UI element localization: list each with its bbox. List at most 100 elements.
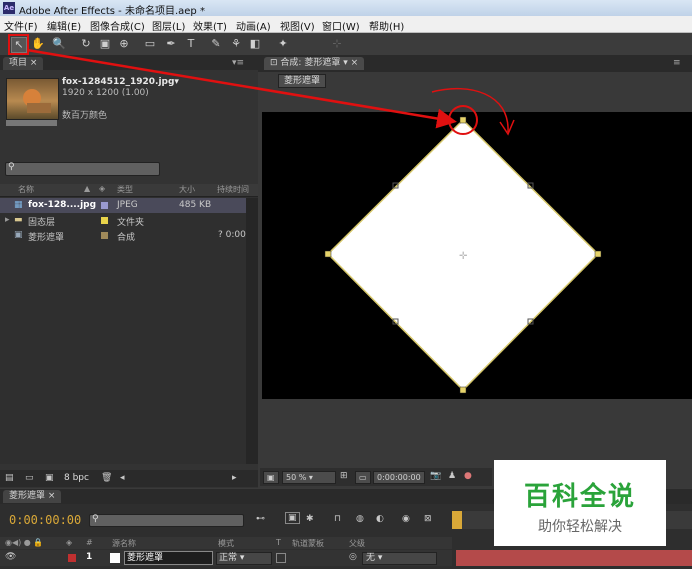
- image-file-icon: ▦: [14, 200, 23, 210]
- watermark-title: 百科全说: [523, 482, 636, 512]
- item-dimensions: 1920 x 1200 (1.00): [62, 88, 149, 98]
- menu-window[interactable]: 窗口(W): [322, 18, 360, 33]
- auto-keyframe-icon[interactable]: ◉: [402, 514, 410, 524]
- window-title: Adobe After Effects - 未命名项目.aep *: [19, 6, 205, 17]
- timeline-timecode[interactable]: 0:00:00:00: [9, 513, 81, 527]
- col-t[interactable]: T: [276, 538, 281, 547]
- snapshot-icon[interactable]: 📷: [430, 471, 441, 481]
- comp-tab-strip: ⊡ 合成: 菱形遮罩 ▾ × ≡: [258, 56, 692, 72]
- av-features-icon: ◉◀) ● 🔒: [5, 538, 44, 547]
- current-time[interactable]: 0:00:00:00: [373, 471, 425, 484]
- comp-mini-flowchart-icon[interactable]: ⊷: [256, 514, 265, 524]
- composition-tab[interactable]: ⊡ 合成: 菱形遮罩 ▾ ×: [264, 57, 365, 70]
- label-swatch: [101, 202, 108, 209]
- parent-dropdown[interactable]: 无 ▾: [362, 552, 437, 565]
- sort-arrow-icon: ▲: [84, 184, 91, 193]
- comp-breadcrumb[interactable]: 菱形遮罩: [278, 74, 327, 88]
- region-icon[interactable]: ▣: [263, 471, 279, 484]
- watermark-logo: 百科全说 助你轻松解决: [494, 460, 666, 546]
- mask-toggle-icon[interactable]: ▭: [355, 471, 371, 484]
- rectangle-tool-icon[interactable]: ▭: [143, 37, 157, 51]
- hand-tool-icon[interactable]: ✋: [31, 37, 45, 51]
- svg-text:✛: ✛: [459, 251, 468, 262]
- solid-layer-icon: [110, 553, 120, 563]
- channel-icon[interactable]: ●: [464, 471, 472, 481]
- title-bar: Ae Adobe After Effects - 未命名项目.aep *: [0, 0, 692, 17]
- brush-tool-icon[interactable]: ✎: [209, 37, 223, 51]
- timeline-tab[interactable]: 菱形遮罩 ×: [3, 490, 62, 503]
- label-swatch[interactable]: [68, 554, 76, 562]
- menu-animation[interactable]: 动画(A): [236, 18, 271, 33]
- menu-file[interactable]: 文件(F): [4, 18, 38, 33]
- menu-edit[interactable]: 编辑(E): [47, 18, 81, 33]
- pan-behind-tool-icon[interactable]: ⊕: [117, 37, 131, 51]
- draft-3d-icon[interactable]: ▣: [285, 512, 300, 524]
- clone-stamp-tool-icon[interactable]: ⚘: [229, 37, 243, 51]
- list-scrollbar[interactable]: [246, 198, 258, 464]
- list-item[interactable]: ▣ 菱形遮罩 合成 ? 0:00: [0, 228, 246, 243]
- label-tag-icon: ◈: [66, 538, 73, 547]
- preserve-transparency-checkbox[interactable]: [276, 553, 286, 563]
- axis-mode-icon[interactable]: ⊹: [330, 37, 344, 51]
- col-type[interactable]: 类型: [117, 184, 133, 196]
- project-file-list: 名称 ▲ ◈ 类型 大小 持续时间 ▦ fox-128....jpg JPEG …: [0, 184, 258, 464]
- grid-icon[interactable]: ⊞: [340, 471, 348, 481]
- scroll-right-icon[interactable]: ▸: [232, 473, 237, 483]
- menu-help[interactable]: 帮助(H): [369, 18, 404, 33]
- show-snapshot-icon[interactable]: ♟: [448, 471, 456, 481]
- interpret-footage-icon[interactable]: ▤: [5, 473, 14, 483]
- hide-shy-icon[interactable]: ✱: [306, 514, 314, 524]
- pickwhip-icon[interactable]: ◎: [349, 552, 357, 562]
- time-indicator[interactable]: [452, 511, 462, 529]
- layer-duration-bar[interactable]: [456, 550, 692, 566]
- list-item[interactable]: ▸ ▬ 固态层 文件夹: [0, 213, 246, 228]
- col-duration[interactable]: 持续时间: [217, 184, 249, 196]
- menu-layer[interactable]: 图层(L): [152, 18, 185, 33]
- layer-column-header: ◉◀) ● 🔒 ◈ # 源名称 模式 T 轨道蒙板 父级: [0, 537, 452, 549]
- layer-name[interactable]: 菱形遮罩: [124, 551, 213, 565]
- project-search-input[interactable]: ⚲: [5, 162, 160, 176]
- folder-icon: ▬: [14, 215, 23, 225]
- eye-icon[interactable]: 👁: [5, 552, 16, 562]
- menu-effect[interactable]: 效果(T): [193, 18, 227, 33]
- project-tab[interactable]: 项目 ×: [3, 57, 44, 70]
- col-source-name[interactable]: 源名称: [112, 538, 136, 549]
- diamond-shape-layer[interactable]: ✛: [262, 112, 692, 399]
- text-tool-icon[interactable]: T: [184, 37, 198, 51]
- puppet-tool-icon[interactable]: ✦: [276, 37, 290, 51]
- new-composition-icon[interactable]: ▣: [45, 473, 54, 483]
- motion-blur-icon[interactable]: ◍: [356, 514, 364, 524]
- search-icon: ⚲: [8, 162, 15, 172]
- zoom-dropdown[interactable]: 50 % ▾: [282, 471, 336, 484]
- eraser-tool-icon[interactable]: ◧: [248, 37, 262, 51]
- col-track-matte[interactable]: 轨道蒙板: [292, 538, 324, 549]
- col-size[interactable]: 大小: [179, 184, 195, 196]
- menu-view[interactable]: 视图(V): [280, 18, 315, 33]
- list-item[interactable]: ▦ fox-128....jpg JPEG 485 KB: [0, 198, 246, 213]
- menu-composition[interactable]: 图像合成(C): [90, 18, 145, 33]
- selection-tool-icon[interactable]: ↖: [11, 37, 27, 53]
- timeline-search-input[interactable]: ⚲: [89, 514, 244, 527]
- brainstorm-icon[interactable]: ◐: [376, 514, 384, 524]
- panel-menu-icon[interactable]: ▾≡: [232, 58, 244, 68]
- frame-blending-icon[interactable]: ⊓: [334, 514, 341, 524]
- graph-editor-icon[interactable]: ⊠: [424, 514, 432, 524]
- layer-row[interactable]: 👁 1 菱形遮罩 正常 ▾ ◎ 无 ▾: [0, 550, 452, 566]
- composition-viewer[interactable]: ✛: [262, 112, 692, 399]
- col-name[interactable]: 名称: [18, 184, 34, 196]
- bit-depth[interactable]: 8 bpc: [64, 473, 89, 483]
- col-mode[interactable]: 模式: [218, 538, 234, 549]
- camera-tool-icon[interactable]: ▣: [98, 37, 112, 51]
- panel-menu-icon[interactable]: ≡: [673, 58, 681, 68]
- col-parent[interactable]: 父级: [349, 538, 365, 549]
- scroll-left-icon[interactable]: ◂: [120, 473, 125, 483]
- lock-icon: ⊡: [270, 58, 278, 68]
- tool-bar: ↖ ✋ 🔍 ↻ ▣ ⊕ ▭ ✒ T ✎ ⚘ ◧ ✦ ⊹: [0, 33, 692, 56]
- expand-arrow-icon[interactable]: ▸: [5, 215, 10, 225]
- pen-tool-icon[interactable]: ✒: [164, 37, 178, 51]
- blend-mode-dropdown[interactable]: 正常 ▾: [216, 552, 272, 565]
- trash-icon[interactable]: 🗑: [101, 473, 112, 483]
- new-folder-icon[interactable]: ▭: [25, 473, 34, 483]
- rotate-tool-icon[interactable]: ↻: [79, 37, 93, 51]
- zoom-tool-icon[interactable]: 🔍: [52, 37, 66, 51]
